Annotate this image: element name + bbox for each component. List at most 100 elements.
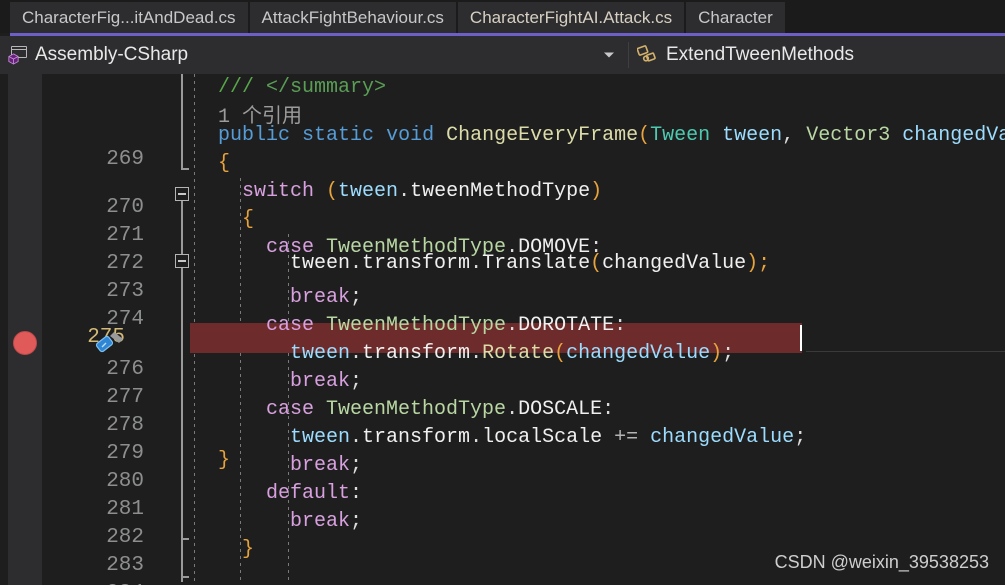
fold-toggle-270[interactable]	[175, 187, 189, 201]
code-line[interactable]: default:	[266, 480, 362, 508]
editor-tab-strip: CharacterFig...itAndDead.cs AttackFightB…	[0, 0, 1005, 33]
code-token: )	[746, 252, 759, 275]
editor-tab-3[interactable]: Character	[686, 2, 785, 33]
member-name-label: ExtendTweenMethods	[666, 44, 855, 65]
watermark-text: CSDN @weixin_39538253	[774, 552, 989, 572]
code-token: .	[470, 252, 483, 275]
editor-tab-2[interactable]: CharacterFightAI.Attack.cs	[457, 2, 685, 33]
code-token: ;	[794, 426, 807, 449]
code-line[interactable]: /// </summary>	[218, 74, 386, 102]
code-line[interactable]: break;	[290, 284, 362, 312]
code-line[interactable]: case TweenMethodType.DOSCALE:	[266, 396, 614, 424]
line-number: 279	[106, 442, 144, 465]
indent-guide	[240, 178, 241, 582]
code-token: DOROTATE	[518, 314, 615, 337]
code-line[interactable]: switch (tween.tweenMethodType)	[242, 178, 602, 206]
member-dropdown[interactable]: ExtendTweenMethods	[629, 40, 1005, 70]
code-token: tween	[338, 180, 399, 203]
code-line[interactable]: tween.transform.Translate(changedValue);	[290, 250, 770, 278]
editor-tab-0[interactable]: CharacterFig...itAndDead.cs	[10, 2, 248, 33]
code-line[interactable]: tween.transform.localScale += changedVal…	[290, 424, 806, 452]
editor-tab-label: Character	[698, 7, 773, 27]
editor-tab-label: CharacterFightAI.Attack.cs	[469, 7, 673, 27]
code-token: }	[218, 449, 231, 472]
code-token: DOSCALE	[518, 398, 603, 421]
line-number: 277	[106, 386, 144, 409]
code-token: )	[710, 342, 723, 365]
code-token: public	[218, 124, 291, 147]
code-token: .	[470, 342, 483, 365]
code-token: static	[302, 124, 375, 147]
project-icon	[8, 45, 28, 65]
code-token: .	[350, 252, 363, 275]
editor-tab-label: CharacterFig...itAndDead.cs	[22, 7, 236, 27]
code-token: :	[614, 314, 627, 337]
code-token: TweenMethodType	[326, 314, 507, 337]
line-number: 272	[106, 252, 144, 275]
code-token: Tween	[650, 124, 711, 147]
fold-toggle-272[interactable]	[175, 254, 189, 268]
breakpoint-margin[interactable]	[8, 74, 42, 585]
line-number: 273	[106, 280, 144, 303]
line-number: 269	[106, 148, 144, 171]
code-token: switch	[242, 180, 315, 203]
code-token: transform	[362, 342, 471, 365]
project-dropdown[interactable]: Assembly-CSharp	[0, 40, 628, 70]
code-line[interactable]: case TweenMethodType.DOROTATE:	[266, 312, 626, 340]
text-cursor	[800, 325, 802, 351]
code-line[interactable]: {	[242, 206, 254, 234]
code-token: .	[350, 342, 363, 365]
code-line[interactable]: }	[242, 536, 254, 564]
code-token: (	[638, 124, 651, 147]
code-token: (	[326, 180, 339, 203]
code-token: TweenMethodType	[326, 398, 507, 421]
code-token: tween	[722, 124, 783, 147]
line-number: 283	[106, 554, 144, 577]
code-token: ChangeEveryFrame	[446, 124, 639, 147]
line-number: 276	[106, 358, 144, 381]
code-token: :	[350, 482, 363, 505]
code-token: .	[506, 398, 519, 421]
code-text-layer[interactable]: /// </summary> 1 个引用 public static void Ch…	[190, 74, 1005, 585]
breakpoint-dot-icon[interactable]	[13, 331, 37, 355]
code-line[interactable]: break;	[290, 508, 362, 536]
code-token: ;	[350, 454, 363, 477]
line-number: 278	[106, 414, 144, 437]
cube-glyph	[8, 52, 19, 65]
code-line[interactable]: tween.transform.Rotate(changedValue);	[290, 340, 734, 368]
code-editor-surface[interactable]: 269 270 271 272 273 274 275 276 277 278 …	[0, 74, 1005, 585]
code-token: }	[242, 538, 255, 561]
code-token: {	[242, 208, 255, 231]
code-line[interactable]: {	[218, 150, 230, 178]
line-number: 271	[106, 224, 144, 247]
code-line[interactable]: break;	[290, 452, 362, 480]
code-token: ;	[722, 342, 735, 365]
screwdriver-icon[interactable]	[92, 329, 126, 357]
code-line[interactable]: break;	[290, 368, 362, 396]
code-line[interactable]: public static void ChangeEveryFrame(Twee…	[218, 122, 1005, 150]
code-token: (	[554, 342, 567, 365]
code-token: Vector3	[806, 124, 891, 147]
editor-tab-1[interactable]: AttackFightBehaviour.cs	[249, 2, 456, 33]
code-token: Translate	[482, 252, 591, 275]
code-token: default	[266, 482, 351, 505]
outline-end-tick	[181, 168, 189, 170]
line-number: 281	[106, 498, 144, 521]
code-token: changedValue	[566, 342, 711, 365]
code-token: transform	[362, 252, 471, 275]
code-line[interactable]: }	[218, 447, 230, 475]
chevron-down-icon[interactable]	[604, 52, 614, 58]
code-token: break	[290, 370, 351, 393]
code-token: ;	[350, 370, 363, 393]
code-token: (	[590, 252, 603, 275]
method-icon	[636, 45, 659, 65]
outline-end-tick	[181, 576, 189, 578]
code-token: ;	[758, 252, 771, 275]
